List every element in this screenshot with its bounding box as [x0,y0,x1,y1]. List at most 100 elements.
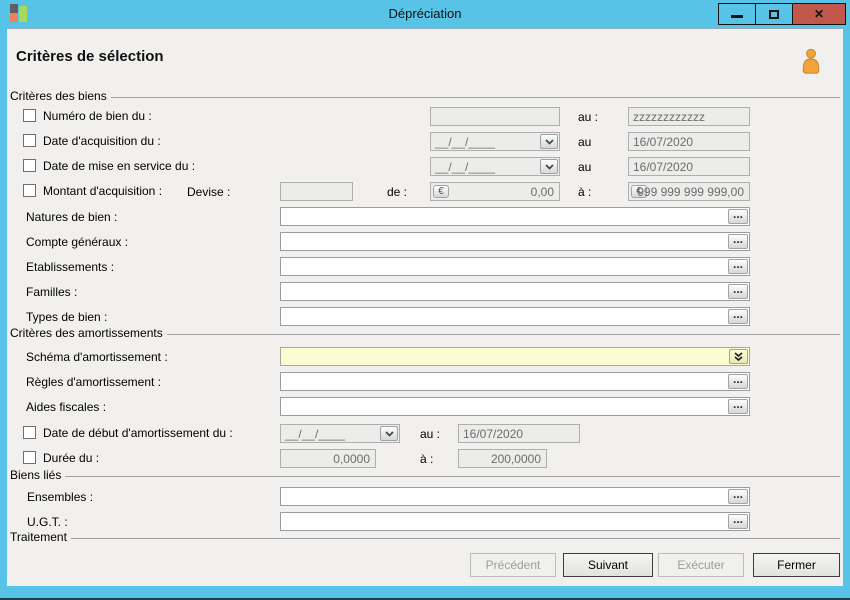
date-service-to-input[interactable]: 16/07/2020 [628,157,750,176]
devise-label: Devise : [187,185,230,199]
minimize-button[interactable] [719,4,756,24]
calendar-dropdown-button[interactable] [540,134,558,149]
date-acquisition-label: Date d'acquisition du : [43,134,161,148]
fermer-button[interactable]: Fermer [753,553,840,577]
suivant-button[interactable]: Suivant [563,553,653,577]
date-debut-sep-label: au : [420,427,440,441]
comptes-label: Compte généraux : [26,235,128,249]
devise-input[interactable] [280,182,353,201]
familles-label: Familles : [26,285,77,299]
date-service-label: Date de mise en service du : [43,159,195,173]
date-acquisition-checkbox[interactable] [23,134,36,147]
numero-bien-label: Numéro de bien du : [43,109,152,123]
group-label: Critères des amortissements [10,326,163,340]
comptes-input[interactable]: ... [280,232,750,251]
duree-label: Durée du : [43,451,99,465]
ensembles-label: Ensembles : [27,490,93,504]
chevron-down-icon [545,139,554,145]
numero-bien-sep-label: au : [578,110,598,124]
executer-button[interactable]: Exécuter [658,553,744,577]
etablissements-label: Etablissements : [26,260,114,274]
lookup-button[interactable]: ... [728,234,748,249]
close-button[interactable]: ✕ [793,4,845,24]
group-divider [167,334,840,335]
ugt-label: U.G.T. : [27,515,68,529]
window-controls: ✕ [718,3,846,25]
double-chevron-down-icon [734,352,743,362]
numero-bien-checkbox[interactable] [23,109,36,122]
montant-a-label: à : [578,185,591,199]
title-bar: Dépréciation ✕ [0,0,850,28]
group-biens-lies: Biens liés [10,468,840,482]
lookup-button[interactable]: ... [728,374,748,389]
lookup-button[interactable]: ... [728,309,748,324]
maximize-button[interactable] [756,4,793,24]
depreciation-window: Dépréciation ✕ Critères de sélection Cri… [0,0,850,600]
chevron-down-icon [385,431,394,437]
group-divider [65,476,840,477]
duree-sep-label: à : [420,452,433,466]
numero-bien-from-input[interactable] [430,107,560,126]
montant-acquisition-label: Montant d'acquisition : [43,184,162,198]
group-label: Traitement [10,530,67,544]
date-service-from-picker[interactable]: __/__/____ [430,157,560,176]
montant-to-input[interactable]: € 999 999 999 999,00 [628,182,750,201]
types-bien-input[interactable]: ... [280,307,750,326]
montant-from-input[interactable]: € 0,00 [430,182,560,201]
numero-bien-to-input[interactable]: zzzzzzzzzzzz [628,107,750,126]
euro-icon: € [438,187,444,197]
lookup-button[interactable]: ... [728,284,748,299]
group-label: Critères des biens [10,89,107,103]
group-label: Biens liés [10,468,61,482]
calendar-dropdown-button[interactable] [540,159,558,174]
date-acquisition-from-picker[interactable]: __/__/____ [430,132,560,151]
schema-amortissement-label: Schéma d'amortissement : [26,350,168,364]
ugt-input[interactable]: ... [280,512,750,531]
date-debut-from-picker[interactable]: __/__/____ [280,424,400,443]
ensembles-input[interactable]: ... [280,487,750,506]
natures-input[interactable]: ... [280,207,750,226]
lookup-button[interactable]: ... [728,514,748,529]
group-divider [71,538,840,539]
aides-fiscales-label: Aides fiscales : [26,400,106,414]
group-divider [111,97,840,98]
calendar-dropdown-button[interactable] [380,426,398,441]
page-title: Critères de sélection [16,48,164,65]
regles-amortissement-label: Règles d'amortissement : [26,375,161,389]
expand-button[interactable] [729,349,748,364]
duree-from-input[interactable]: 0,0000 [280,449,376,468]
minimize-icon [731,15,743,18]
aides-fiscales-input[interactable]: ... [280,397,750,416]
date-debut-amortissement-checkbox[interactable] [23,426,36,439]
lookup-button[interactable]: ... [728,259,748,274]
date-service-checkbox[interactable] [23,159,36,172]
currency-button[interactable]: € [433,185,449,198]
duree-checkbox[interactable] [23,451,36,464]
etablissements-input[interactable]: ... [280,257,750,276]
group-criteres-biens: Critères des biens [10,89,840,103]
dialog-content: Critères de sélection Critères des biens… [7,28,843,586]
familles-input[interactable]: ... [280,282,750,301]
date-acquisition-sep-label: au [578,135,591,149]
schema-amortissement-input[interactable] [280,347,750,366]
date-debut-amortissement-label: Date de début d'amortissement du : [43,426,233,440]
types-bien-label: Types de bien : [26,310,107,324]
montant-de-label: de : [387,185,407,199]
person-icon [800,48,822,75]
chevron-down-icon [545,164,554,170]
natures-label: Natures de bien : [26,210,117,224]
maximize-icon [769,10,779,19]
lookup-button[interactable]: ... [728,489,748,504]
precedent-button[interactable]: Précédent [470,553,556,577]
duree-to-input[interactable]: 200,0000 [458,449,547,468]
lookup-button[interactable]: ... [728,209,748,224]
regles-amortissement-input[interactable]: ... [280,372,750,391]
close-icon: ✕ [814,8,824,20]
date-service-sep-label: au [578,160,591,174]
date-debut-to-input[interactable]: 16/07/2020 [458,424,580,443]
user-assistant-button[interactable] [800,48,822,75]
montant-acquisition-checkbox[interactable] [23,184,36,197]
lookup-button[interactable]: ... [728,399,748,414]
group-criteres-amortissements: Critères des amortissements [10,326,840,340]
date-acquisition-to-input[interactable]: 16/07/2020 [628,132,750,151]
